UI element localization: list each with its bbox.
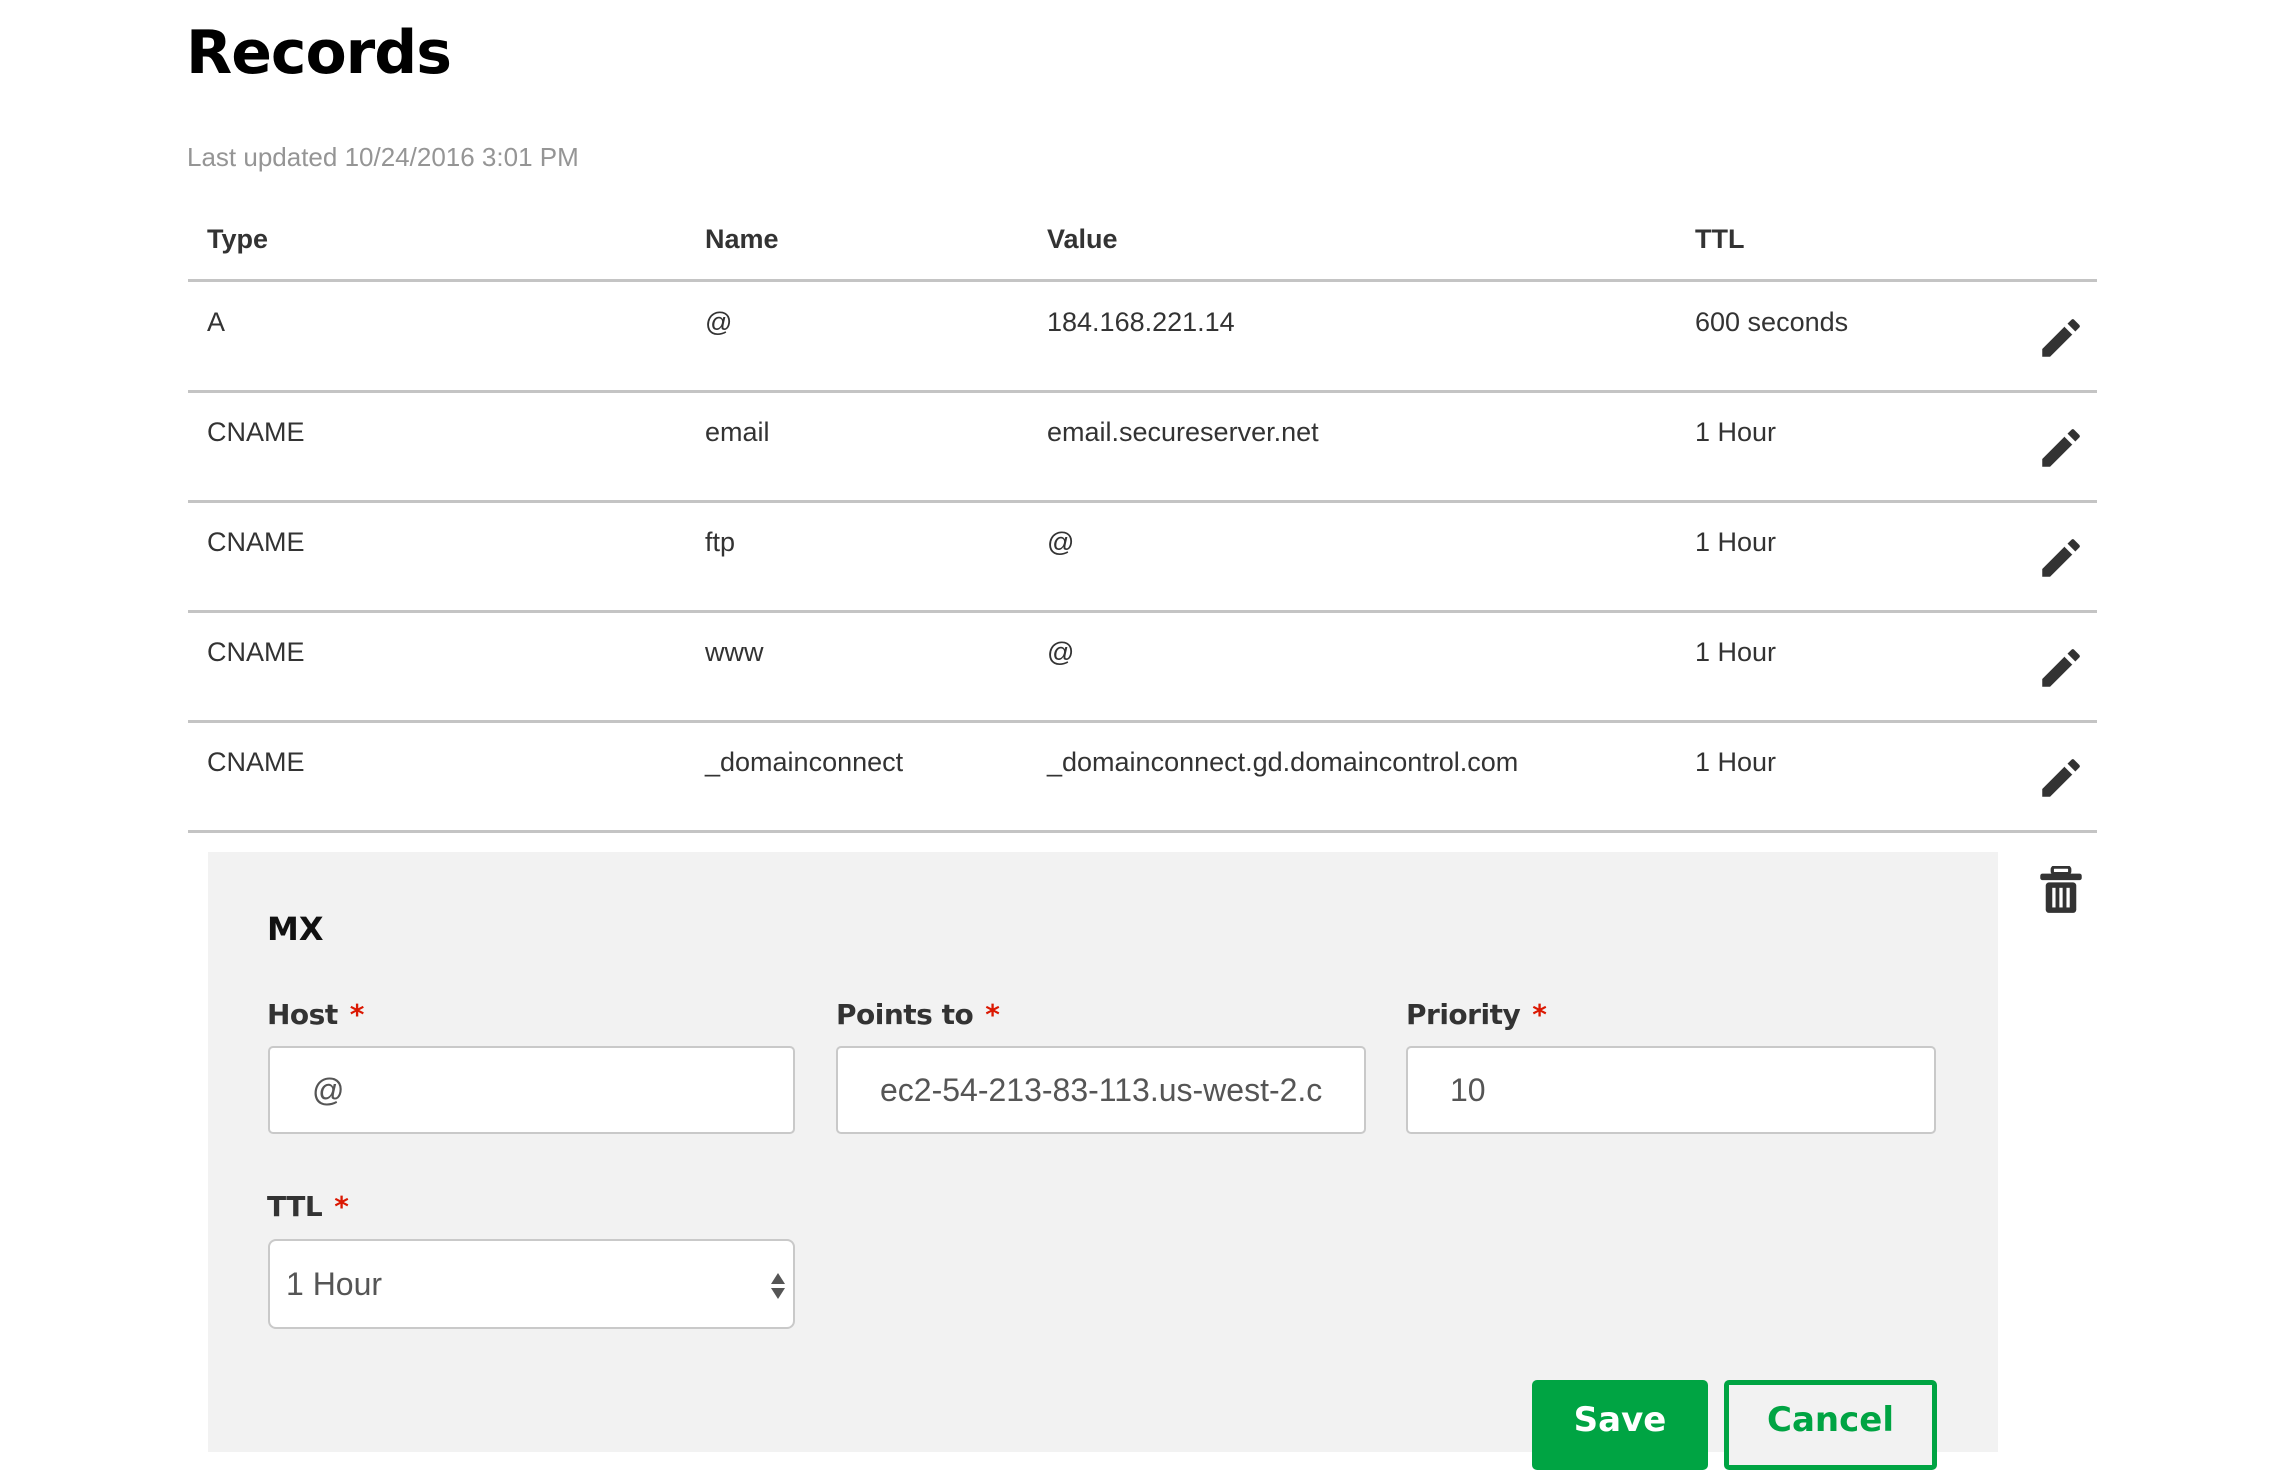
- last-updated-text: Last updated 10/24/2016 3:01 PM: [187, 142, 579, 172]
- priority-input[interactable]: [1406, 1046, 1936, 1134]
- edit-record-button[interactable]: [2033, 640, 2089, 696]
- points-to-input[interactable]: [836, 1046, 1366, 1134]
- pencil-icon: [2042, 759, 2080, 797]
- cell-value: email.secureserver.net: [1047, 417, 1319, 447]
- delete-record-button[interactable]: [2033, 862, 2089, 918]
- ttl-label-text: TTL: [267, 1190, 323, 1223]
- pencil-icon: [2042, 429, 2080, 467]
- column-header-type: Type: [207, 224, 269, 254]
- pencil-icon: [2042, 649, 2080, 687]
- page-title: Records: [186, 18, 452, 88]
- divider: [188, 279, 2097, 282]
- cell-ttl: 1 Hour: [1695, 747, 1777, 777]
- host-input[interactable]: [268, 1046, 795, 1134]
- edit-record-button[interactable]: [2033, 530, 2089, 586]
- points-to-label-text: Points to: [836, 998, 974, 1031]
- required-marker: *: [334, 1190, 349, 1223]
- cell-value: @: [1047, 637, 1075, 667]
- divider: [188, 830, 2097, 833]
- cell-type: CNAME: [207, 527, 305, 557]
- cell-ttl: 1 Hour: [1695, 527, 1777, 557]
- divider: [188, 390, 2097, 393]
- required-marker: *: [1532, 998, 1547, 1031]
- trash-icon: [2040, 866, 2082, 913]
- host-label-text: Host: [267, 998, 338, 1031]
- cell-type: A: [207, 307, 226, 337]
- save-button[interactable]: Save: [1532, 1380, 1708, 1470]
- edit-record-button[interactable]: [2033, 420, 2089, 476]
- column-header-name: Name: [705, 224, 779, 254]
- edit-record-button[interactable]: [2033, 750, 2089, 806]
- host-label: Host *: [267, 998, 364, 1031]
- ttl-label: TTL *: [267, 1190, 349, 1223]
- column-header-value: Value: [1047, 224, 1118, 254]
- cell-name: www: [705, 637, 764, 667]
- required-marker: *: [349, 998, 365, 1031]
- ttl-select-value: 1 Hour: [286, 1265, 383, 1302]
- divider: [188, 610, 2097, 613]
- cell-ttl: 600 seconds: [1695, 307, 1849, 337]
- cell-ttl: 1 Hour: [1695, 417, 1777, 447]
- edit-record-button[interactable]: [2033, 310, 2089, 366]
- cancel-button[interactable]: Cancel: [1724, 1380, 1937, 1470]
- cell-type: CNAME: [207, 637, 305, 667]
- select-arrows-icon: [771, 1273, 785, 1299]
- column-header-ttl: TTL: [1695, 224, 1745, 254]
- cell-value: 184.168.221.14: [1047, 307, 1235, 337]
- cell-name: @: [705, 307, 733, 337]
- edit-record-panel: [208, 852, 1998, 1452]
- cell-name: email: [705, 417, 770, 447]
- record-type-heading: MX: [267, 910, 324, 948]
- cell-value: _domainconnect.gd.domaincontrol.com: [1047, 747, 1519, 777]
- required-marker: *: [985, 998, 1000, 1031]
- points-to-label: Points to *: [836, 998, 1000, 1031]
- cell-name: ftp: [705, 527, 736, 557]
- cell-type: CNAME: [207, 747, 305, 777]
- cell-type: CNAME: [207, 417, 305, 447]
- divider: [188, 500, 2097, 503]
- divider: [188, 720, 2097, 723]
- cell-name: _domainconnect: [705, 747, 904, 777]
- cell-ttl: 1 Hour: [1695, 637, 1777, 667]
- pencil-icon: [2042, 539, 2080, 577]
- priority-label: Priority *: [1406, 998, 1547, 1031]
- pencil-icon: [2042, 319, 2080, 357]
- cell-value: @: [1047, 527, 1075, 557]
- ttl-select[interactable]: 1 Hour: [268, 1239, 795, 1329]
- priority-label-text: Priority: [1406, 998, 1521, 1031]
